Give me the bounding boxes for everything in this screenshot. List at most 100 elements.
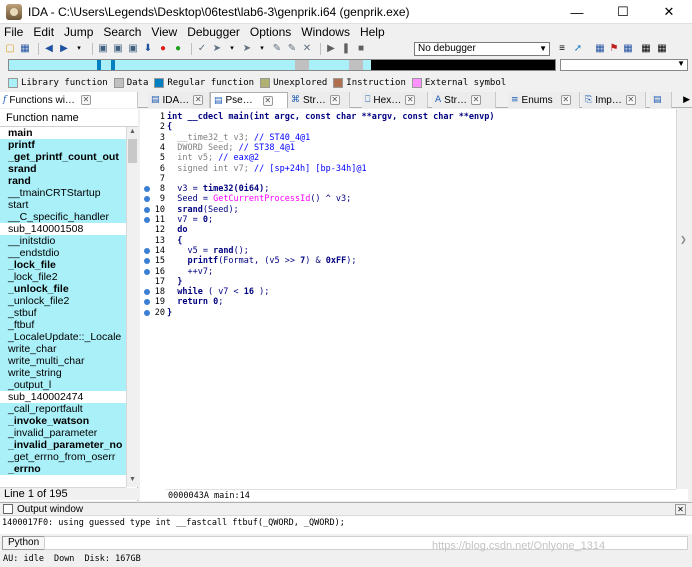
debug-option-icon[interactable]: ≡ [556,43,568,55]
function-list-item[interactable]: srand [0,163,126,175]
function-list-item[interactable]: _lock_file2 [0,271,126,283]
scroll-down-icon[interactable]: ▼ [127,476,138,486]
pointer-icon[interactable]: ➤ [211,43,223,55]
stop-icon[interactable]: ■ [355,43,367,55]
pointer-dropdown-icon[interactable]: ▾ [226,43,238,55]
function-list-item[interactable]: __initstdio [0,235,126,247]
close-icon[interactable]: ✕ [80,95,91,105]
close-icon[interactable]: ✕ [675,504,686,515]
function-list-item[interactable]: write_char [0,343,126,355]
toggle-icon-1[interactable]: ▣ [97,43,109,55]
code-line[interactable]: printf(Format, (v5 >> 7) & 0xFF); [167,256,356,266]
code-line[interactable]: { [167,122,172,132]
tab-hex-view[interactable]: ⎕ Hex… ✕ [362,92,428,108]
tab-overflow[interactable]: ▤ [650,92,672,108]
function-list-item[interactable]: sub_140002474 [0,391,126,403]
code-line[interactable]: return 0; [167,297,223,307]
tab-scroll-right-icon[interactable]: ▶ [683,94,690,105]
menu-windows[interactable]: Windows [301,24,350,40]
code-line[interactable]: while ( v7 < 16 ); [167,287,269,297]
function-list-item[interactable]: _invalid_parameter [0,427,126,439]
tab-imports[interactable]: ⎘ Imp… ✕ [582,92,646,108]
pseudocode-vertical-scrollbar[interactable]: ❯ [676,109,688,489]
code-line[interactable]: do [167,225,187,235]
function-list-item[interactable]: _stbuf [0,307,126,319]
red-stop-icon[interactable]: ● [157,43,169,55]
function-list-item[interactable]: printf [0,139,126,151]
back-arrow-icon[interactable]: ◀ [43,43,55,55]
open-file-icon[interactable]: ▢ [4,43,16,55]
nav-dropdown-icon[interactable]: ▾ [73,43,85,55]
code-line[interactable]: ++v7; [167,267,213,277]
functions-vertical-scrollbar[interactable]: ▲ ▼ [126,127,138,487]
breakpoint-dot-icon[interactable] [144,268,150,275]
code-line[interactable]: v7 = 0; [167,215,213,225]
tab-functions-window[interactable]: f Functions wi… ✕ [0,92,138,108]
close-window-button[interactable]: ✕ [646,0,692,24]
function-list-item[interactable]: main [0,127,126,139]
function-list-item[interactable]: _ftbuf [0,319,126,331]
function-list-item[interactable]: _lock_file [0,259,126,271]
check-icon[interactable]: ✓ [196,43,208,55]
debug-option2-icon[interactable]: ➚ [572,43,584,55]
minimize-button[interactable]: — [554,0,600,24]
function-list-item[interactable]: _call_reportfault [0,403,126,415]
graph-icon[interactable]: ▦ [594,43,606,55]
menu-help[interactable]: Help [360,24,385,40]
pseudocode-view[interactable]: 1 2 3 4 5 6 7 8 9 10 11 12 13 14 15 16 17 18 19 20 int __cd… [140,109,688,501]
menu-edit[interactable]: Edit [33,24,54,40]
toggle-icon-2[interactable]: ▣ [112,43,124,55]
menu-view[interactable]: View [151,24,177,40]
menu-search[interactable]: Search [103,24,141,40]
tab-strings[interactable]: A Str… ✕ [432,92,496,108]
green-run-icon[interactable]: ● [172,43,184,55]
grid2-icon[interactable]: ▦ [656,43,668,55]
close-icon[interactable]: ✕ [405,95,416,105]
functions-column-header[interactable]: Function name [0,109,138,127]
toggle-icon-3[interactable]: ▣ [127,43,139,55]
menu-jump[interactable]: Jump [64,24,93,40]
scroll-thumb[interactable] [128,139,137,163]
code-line[interactable]: __time32_t v3; // ST40_4@1 [167,133,310,143]
maximize-button[interactable]: ☐ [600,0,646,24]
menu-debugger[interactable]: Debugger [187,24,240,40]
menu-options[interactable]: Options [250,24,291,40]
code-line[interactable]: } [167,277,182,287]
segment-select[interactable]: ▼ [560,59,688,71]
code-line[interactable]: } [167,308,172,318]
function-list-item[interactable]: __endstdio [0,247,126,259]
function-list-item[interactable]: _get_errno_from_oserr [0,451,126,463]
flag-icon[interactable]: ⚑ [608,43,620,55]
breakpoint-dot-icon[interactable] [144,247,150,254]
scroll-up-icon[interactable]: ▲ [127,128,138,138]
function-list-item[interactable]: _get_printf_count_out [0,151,126,163]
close-icon[interactable]: ✕ [560,95,571,105]
cross-icon[interactable]: ✕ [301,43,313,55]
function-list-item[interactable]: start [0,199,126,211]
function-list-item[interactable]: __C_specific_handler [0,211,126,223]
function-list-item[interactable]: _invoke_watson [0,415,126,427]
function-list-item[interactable]: rand [0,175,126,187]
close-icon[interactable]: ✕ [470,95,481,105]
code-line[interactable]: srand(Seed); [167,205,238,215]
breakpoint-dot-icon[interactable] [144,206,150,213]
code-line[interactable]: v5 = rand(); [167,246,248,256]
function-list-item[interactable]: write_string [0,367,126,379]
tab-pseudocode[interactable]: ▤ Pse… ✕ [210,92,288,108]
function-list-item[interactable]: sub_140001508 [0,223,126,235]
pointer2-icon[interactable]: ➤ [241,43,253,55]
python-language-button[interactable]: Python [2,536,46,550]
close-icon[interactable]: ✕ [193,95,204,105]
tab-enums[interactable]: ≡ Enums ✕ [508,92,580,108]
code-line[interactable]: signed int v7; // [sp+24h] [bp-34h]@1 [167,164,366,174]
code-line[interactable]: int v5; // eax@2 [167,153,259,163]
grid-icon[interactable]: ▦ [640,43,652,55]
function-list-item[interactable]: _output_l [0,379,126,391]
play-icon[interactable]: ▶ [325,43,337,55]
save-icon[interactable]: ▦ [19,43,31,55]
function-list-item[interactable]: _invalid_parameter_no [0,439,126,451]
debugger-select[interactable]: No debugger ▼ [414,42,550,56]
close-icon[interactable]: ✕ [329,95,340,105]
code-line[interactable]: DWORD Seed; // ST38_4@1 [167,143,295,153]
close-icon[interactable]: ✕ [262,95,273,106]
